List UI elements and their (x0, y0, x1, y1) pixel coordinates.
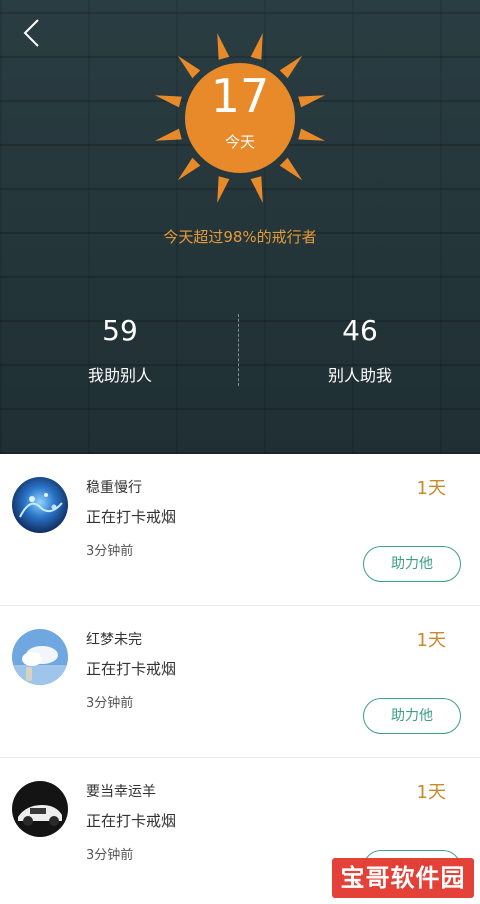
stat-divider (238, 314, 239, 386)
user-name: 稳重慢行 (86, 480, 142, 496)
help-button[interactable]: 助力他 (363, 546, 461, 582)
help-button[interactable]: 助力他 (363, 698, 461, 734)
sun-ray (217, 176, 230, 204)
day-count: 17 (210, 69, 270, 123)
sky-cloud-avatar-icon (12, 629, 68, 685)
stat-value: 59 (102, 314, 138, 347)
stat-value: 46 (342, 314, 378, 347)
timestamp: 3分钟前 (86, 696, 134, 711)
avatar[interactable] (12, 629, 68, 685)
user-status: 正在打卡戒烟 (86, 660, 177, 678)
stat-helped-others[interactable]: 59 我助别人 (0, 312, 240, 388)
helper-list: 稳重慢行 正在打卡戒烟 3分钟前 1天 助力他 红梦未完 正在打卡戒烟 3分钟前… (0, 454, 480, 904)
sun-ray (279, 157, 303, 181)
stat-others-helped-me[interactable]: 46 别人助我 (240, 312, 480, 388)
header-panel: 17 今天 今天超过98%的戒行者 59 我助别人 46 别人助我 (0, 0, 480, 454)
timestamp: 3分钟前 (86, 544, 134, 559)
list-item[interactable]: 红梦未完 正在打卡戒烟 3分钟前 1天 助力他 (0, 606, 480, 758)
sun-ray (250, 176, 263, 204)
percent-text: 今天超过98%的戒行者 (163, 228, 317, 246)
timestamp: 3分钟前 (86, 848, 134, 863)
sun-badge: 17 今天 (150, 28, 330, 208)
sun-ray (177, 157, 201, 181)
avatar[interactable] (12, 477, 68, 533)
day-count: 1天 (416, 630, 446, 651)
user-status: 正在打卡戒烟 (86, 508, 177, 526)
chevron-left-icon (23, 19, 39, 47)
stat-label: 我助别人 (87, 366, 152, 385)
avatar[interactable] (12, 781, 68, 837)
list-item[interactable]: 稳重慢行 正在打卡戒烟 3分钟前 1天 助力他 (0, 454, 480, 606)
watermark-logo: 宝哥软件园 (332, 858, 474, 898)
stat-label: 别人助我 (327, 366, 392, 385)
sun-ray (250, 32, 263, 60)
day-count: 1天 (416, 782, 446, 803)
user-status: 正在打卡戒烟 (86, 812, 177, 830)
day-count: 1天 (416, 478, 446, 499)
day-label: 今天 (224, 133, 255, 151)
sun-ray (217, 32, 230, 60)
white-car-avatar-icon (12, 781, 68, 837)
user-name: 要当幸运羊 (86, 784, 156, 800)
user-name: 红梦未完 (86, 632, 142, 648)
blue-splash-avatar-icon (12, 477, 68, 533)
back-button[interactable] (14, 14, 54, 54)
